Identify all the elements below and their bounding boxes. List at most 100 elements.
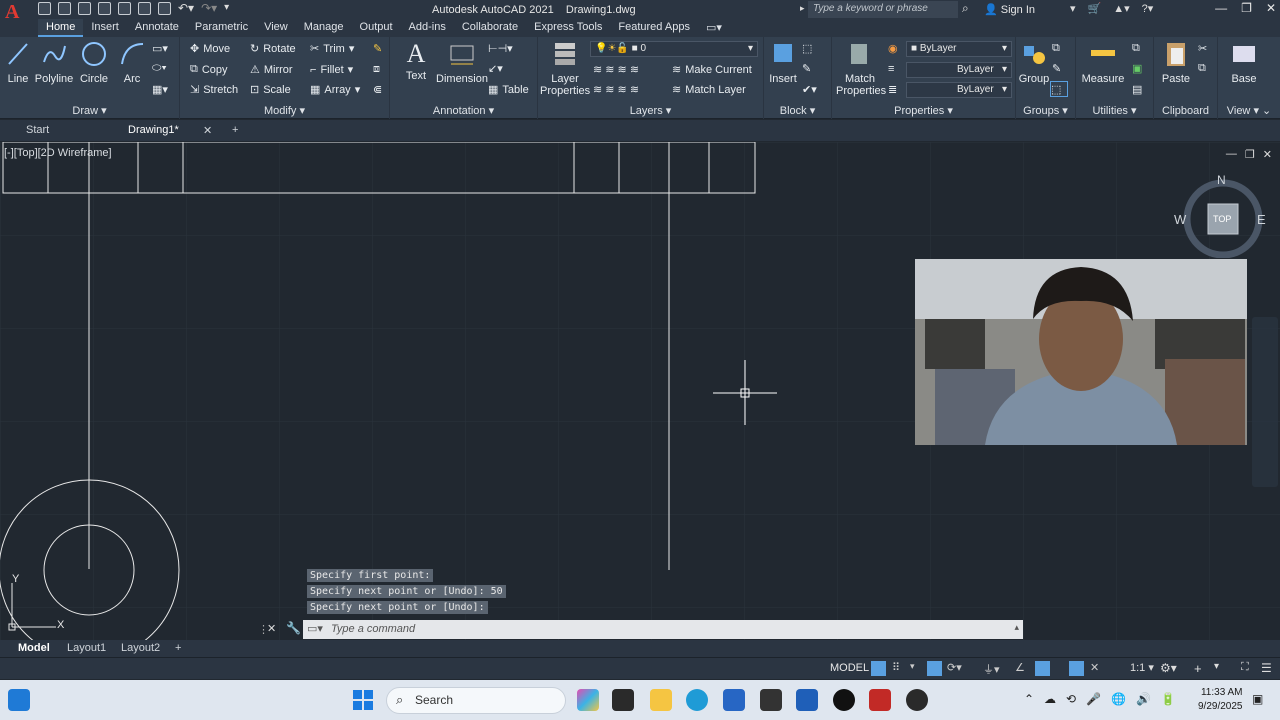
command-expand-icon[interactable]: ▴: [1014, 622, 1019, 633]
tab-insert[interactable]: Insert: [83, 19, 127, 37]
new-tab-icon[interactable]: +: [232, 124, 238, 136]
panel-title-groups[interactable]: Groups ▾: [1016, 104, 1075, 117]
windows-start-icon[interactable]: [352, 689, 374, 711]
layer-tools-row1[interactable]: ≋ ≋ ≋ ≋: [593, 63, 639, 76]
tab-layout2[interactable]: Layout2: [121, 642, 160, 654]
tab-parametric[interactable]: Parametric: [187, 19, 256, 37]
save-icon[interactable]: [78, 2, 91, 15]
auto-scale-icon[interactable]: ✕: [1090, 661, 1105, 676]
panel-title-block[interactable]: Block ▾: [764, 104, 831, 117]
lineweight-dropdown[interactable]: ByLayer ▾: [906, 62, 1012, 78]
erase-button[interactable]: ✎: [373, 42, 382, 55]
rectangle-button[interactable]: ▭▾: [152, 42, 168, 55]
drawing-canvas[interactable]: Y X [-][Top][2D Wireframe] — ❐ ✕ N W E T…: [0, 142, 1280, 640]
workspace-gear-icon[interactable]: ⚙▾: [1160, 661, 1182, 676]
plot-icon[interactable]: [158, 2, 171, 15]
isodraft-icon[interactable]: ⏚▾: [983, 661, 1000, 676]
annotation-scale-dropdown[interactable]: 1:1 ▾: [1130, 661, 1160, 676]
edit-block-button[interactable]: ✎: [802, 62, 811, 75]
paste-button[interactable]: Paste: [1158, 40, 1194, 85]
panel-title-clipboard[interactable]: Clipboard: [1154, 105, 1217, 117]
close-icon[interactable]: ✕: [1266, 1, 1276, 15]
create-block-button[interactable]: ⬚: [802, 42, 812, 55]
command-settings-icon[interactable]: 🔧: [286, 621, 301, 635]
taskbar-search-input[interactable]: ⌕ Search: [386, 687, 566, 714]
stretch-button[interactable]: ⇲ Stretch: [190, 83, 238, 97]
copy-clip-button[interactable]: ⧉: [1198, 62, 1206, 75]
signin-dropdown-icon[interactable]: ▾: [1070, 2, 1076, 15]
tab-home[interactable]: Home: [38, 19, 84, 37]
obs-icon[interactable]: [906, 689, 928, 711]
tab-model[interactable]: Model: [18, 642, 50, 654]
panel-title-utilities[interactable]: Utilities ▾: [1076, 104, 1153, 117]
viewcube-east[interactable]: E: [1257, 212, 1266, 227]
ungroup-button[interactable]: ⧉: [1052, 42, 1060, 55]
quick-select-button[interactable]: ⧉: [1132, 42, 1140, 55]
polyline-button[interactable]: Polyline: [34, 40, 74, 85]
ribbon-minimize-icon[interactable]: ▭▾: [698, 19, 730, 37]
tab-layout1[interactable]: Layout1: [67, 642, 106, 654]
ortho-icon[interactable]: [927, 661, 942, 676]
search-input[interactable]: Type a keyword or phrase: [808, 1, 958, 18]
viewcube-west[interactable]: W: [1174, 212, 1186, 227]
units-icon[interactable]: ▾: [1214, 661, 1229, 676]
copilot-icon[interactable]: [577, 689, 599, 711]
tab-annotate[interactable]: Annotate: [127, 19, 187, 37]
group-selection-button[interactable]: ⬚: [1050, 81, 1068, 97]
panel-title-properties[interactable]: Properties ▾: [832, 104, 1015, 117]
ellipse-button[interactable]: ⬭▾: [152, 62, 167, 75]
panel-title-modify[interactable]: Modify ▾: [180, 104, 389, 117]
layer-properties-button[interactable]: Layer Properties: [540, 40, 590, 97]
new-icon[interactable]: [38, 2, 51, 15]
save-as-icon[interactable]: [98, 2, 111, 15]
copy-button[interactable]: ⧉ Copy: [190, 63, 228, 76]
dimension-button[interactable]: Dimension: [434, 40, 490, 85]
offset-button[interactable]: ⋐: [373, 83, 382, 96]
object-snap-tracking-icon[interactable]: ∠: [1015, 661, 1030, 676]
grid-icon[interactable]: [871, 661, 886, 676]
line-button[interactable]: Line: [4, 40, 32, 85]
viewport-controls-label[interactable]: [-][Top][2D Wireframe]: [4, 147, 112, 159]
snap-dropdown-icon[interactable]: ▾: [910, 661, 925, 676]
hatch-button[interactable]: ▦▾: [152, 83, 168, 96]
taskbar-clock[interactable]: 11:33 AM 9/29/2025: [1198, 686, 1243, 714]
arc-button[interactable]: Arc: [116, 40, 148, 85]
recent-commands-icon[interactable]: ▭▾: [307, 622, 323, 635]
tab-drawing1[interactable]: Drawing1*: [128, 124, 179, 136]
viewcube-top[interactable]: TOP: [1213, 214, 1231, 224]
move-button[interactable]: ✥ Move: [190, 42, 230, 56]
save-web-icon[interactable]: [138, 2, 151, 15]
search-icon[interactable]: ⌕: [962, 1, 969, 16]
match-properties-button[interactable]: Match Properties: [836, 40, 886, 97]
viewcube-north[interactable]: N: [1217, 173, 1226, 187]
help-icon[interactable]: ?▾: [1142, 2, 1154, 15]
fillet-button[interactable]: ⌐ Fillet ▾: [310, 63, 353, 77]
match-layer-button[interactable]: ≋ Match Layer: [672, 83, 746, 97]
base-button[interactable]: Base: [1226, 40, 1262, 85]
viewport-close-icon[interactable]: ✕: [1263, 148, 1272, 161]
select-all-button[interactable]: ▣: [1132, 62, 1142, 75]
rotate-button[interactable]: ↻ Rotate: [250, 42, 296, 56]
model-space-button[interactable]: MODEL: [830, 662, 869, 674]
edge-icon[interactable]: [686, 689, 708, 711]
linetype-dropdown[interactable]: ByLayer ▾: [906, 82, 1012, 98]
command-close-icon[interactable]: ✕: [267, 622, 276, 635]
tab-manage[interactable]: Manage: [296, 19, 352, 37]
customize-qat-icon[interactable]: ▾: [224, 2, 229, 17]
task-view-icon[interactable]: [612, 689, 634, 711]
panel-title-layers[interactable]: Layers ▾: [538, 104, 763, 117]
tab-view[interactable]: View: [256, 19, 296, 37]
trim-button[interactable]: ✂ Trim ▾: [310, 42, 354, 56]
table-button[interactable]: ▦ Table: [488, 83, 529, 97]
autodesk-app-store-icon[interactable]: 🛒: [1088, 2, 1102, 15]
tab-collaborate[interactable]: Collaborate: [454, 19, 526, 37]
make-current-button[interactable]: ≋ Make Current: [672, 63, 752, 77]
widgets-icon[interactable]: [8, 689, 30, 711]
array-button[interactable]: ▦ Array ▾: [310, 83, 360, 97]
maximize-icon[interactable]: ❐: [1241, 1, 1252, 15]
sign-in-button[interactable]: 👤 Sign In: [984, 3, 1035, 16]
notification-icon[interactable]: ▣: [1252, 692, 1263, 706]
tab-start[interactable]: Start: [26, 124, 49, 136]
panel-title-draw[interactable]: Draw ▾: [0, 104, 179, 117]
autocad-taskbar-icon[interactable]: [869, 689, 891, 711]
